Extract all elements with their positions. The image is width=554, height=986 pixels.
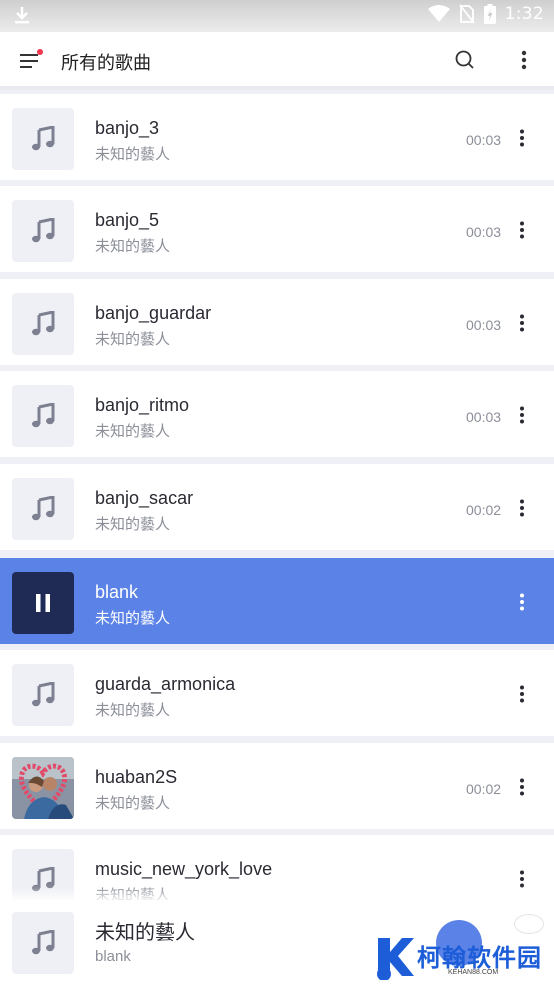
- song-thumbnail: [12, 664, 74, 726]
- music-note-icon: [32, 930, 55, 955]
- song-title: banjo_3: [95, 118, 160, 138]
- song-artist: 未知的藝人: [95, 238, 171, 255]
- music-note-icon: [32, 867, 55, 892]
- song-thumbnail: [12, 385, 74, 447]
- song-thumbnail: [12, 293, 74, 355]
- app-bar: 所有的歌曲: [0, 32, 554, 90]
- more-vert-icon[interactable]: [512, 684, 532, 704]
- song-title: music_new_york_love: [95, 859, 273, 879]
- song-artist: 未知的藝人: [95, 516, 171, 533]
- music-note-icon: [32, 403, 55, 428]
- song-row[interactable]: huaban2S 未知的藝人 00:02: [0, 743, 554, 829]
- player-thumbnail: [12, 912, 74, 974]
- queue-button[interactable]: [514, 914, 544, 934]
- watermark-text: 柯翰软件园: [417, 945, 542, 972]
- song-duration: 00:03: [466, 132, 502, 148]
- more-vert-icon[interactable]: [512, 313, 532, 333]
- song-artist: 未知的藝人: [95, 702, 171, 719]
- song-title: banjo_5: [95, 210, 160, 230]
- album-art: [12, 757, 74, 819]
- song-duration: 00:02: [466, 502, 502, 518]
- status-icons: 1:32: [427, 4, 544, 24]
- player-subtitle: blank: [95, 948, 131, 965]
- song-title: banjo_guardar: [95, 303, 212, 323]
- more-vert-icon[interactable]: [512, 777, 532, 797]
- more-vert-icon[interactable]: [514, 49, 534, 71]
- watermark-k-icon: [377, 938, 414, 980]
- song-thumbnail: [12, 478, 74, 540]
- song-duration: 00:02: [466, 781, 502, 797]
- pause-button[interactable]: [12, 572, 74, 634]
- song-row[interactable]: banjo_5 未知的藝人 00:03: [0, 186, 554, 272]
- song-row[interactable]: banjo_3 未知的藝人 00:03: [0, 94, 554, 180]
- menu-button[interactable]: [18, 48, 44, 74]
- song-duration: 00:03: [466, 224, 502, 240]
- song-thumbnail: [12, 200, 74, 262]
- music-note-icon: [32, 126, 55, 151]
- more-vert-icon[interactable]: [512, 869, 532, 889]
- search-icon[interactable]: [454, 49, 476, 71]
- more-vert-icon[interactable]: [512, 498, 532, 518]
- song-artist: 未知的藝人: [95, 146, 171, 163]
- more-vert-icon[interactable]: [512, 405, 532, 425]
- status-bar: 1:32: [0, 0, 554, 32]
- watermark-logo: 柯翰软件园 KEHAN88.COM: [372, 934, 544, 982]
- page-title: 所有的歌曲: [61, 53, 151, 73]
- music-note-icon: [32, 218, 55, 243]
- more-vert-icon[interactable]: [512, 128, 532, 148]
- music-note-icon: [32, 311, 55, 336]
- song-artist: 未知的藝人: [95, 331, 171, 348]
- music-note-icon: [32, 682, 55, 707]
- song-title: huaban2S: [95, 767, 178, 787]
- song-title: guarda_armonica: [95, 674, 236, 694]
- song-artist: 未知的藝人: [95, 423, 171, 440]
- wifi-icon: [427, 5, 450, 22]
- more-vert-icon[interactable]: [512, 220, 532, 240]
- music-note-icon: [32, 496, 55, 521]
- song-title: banjo_ritmo: [95, 395, 190, 415]
- song-row[interactable]: banjo_guardar 未知的藝人 00:03: [0, 279, 554, 365]
- song-row[interactable]: guarda_armonica 未知的藝人: [0, 650, 554, 736]
- pause-icon: [36, 594, 50, 612]
- song-title: banjo_sacar: [95, 488, 194, 508]
- song-row-playing[interactable]: blank 未知的藝人: [0, 558, 554, 644]
- song-duration: 00:03: [466, 317, 502, 333]
- song-row[interactable]: banjo_ritmo 未知的藝人 00:03: [0, 371, 554, 457]
- battery-icon: [483, 4, 496, 24]
- watermark-sub: KEHAN88.COM: [448, 969, 499, 976]
- download-icon: [15, 7, 29, 24]
- song-thumbnail: [12, 108, 74, 170]
- song-artist: 未知的藝人: [95, 610, 171, 627]
- song-row[interactable]: banjo_sacar 未知的藝人 00:02: [0, 464, 554, 550]
- notification-dot: [37, 49, 43, 55]
- song-duration: 00:03: [466, 409, 502, 425]
- player-title: 未知的藝人: [95, 922, 195, 944]
- more-vert-icon[interactable]: [512, 592, 532, 612]
- clock: 1:32: [504, 4, 544, 24]
- song-artist: 未知的藝人: [95, 795, 171, 812]
- song-title: blank: [95, 582, 139, 602]
- no-sim-icon: [458, 4, 475, 24]
- album-art-photo: [12, 757, 74, 819]
